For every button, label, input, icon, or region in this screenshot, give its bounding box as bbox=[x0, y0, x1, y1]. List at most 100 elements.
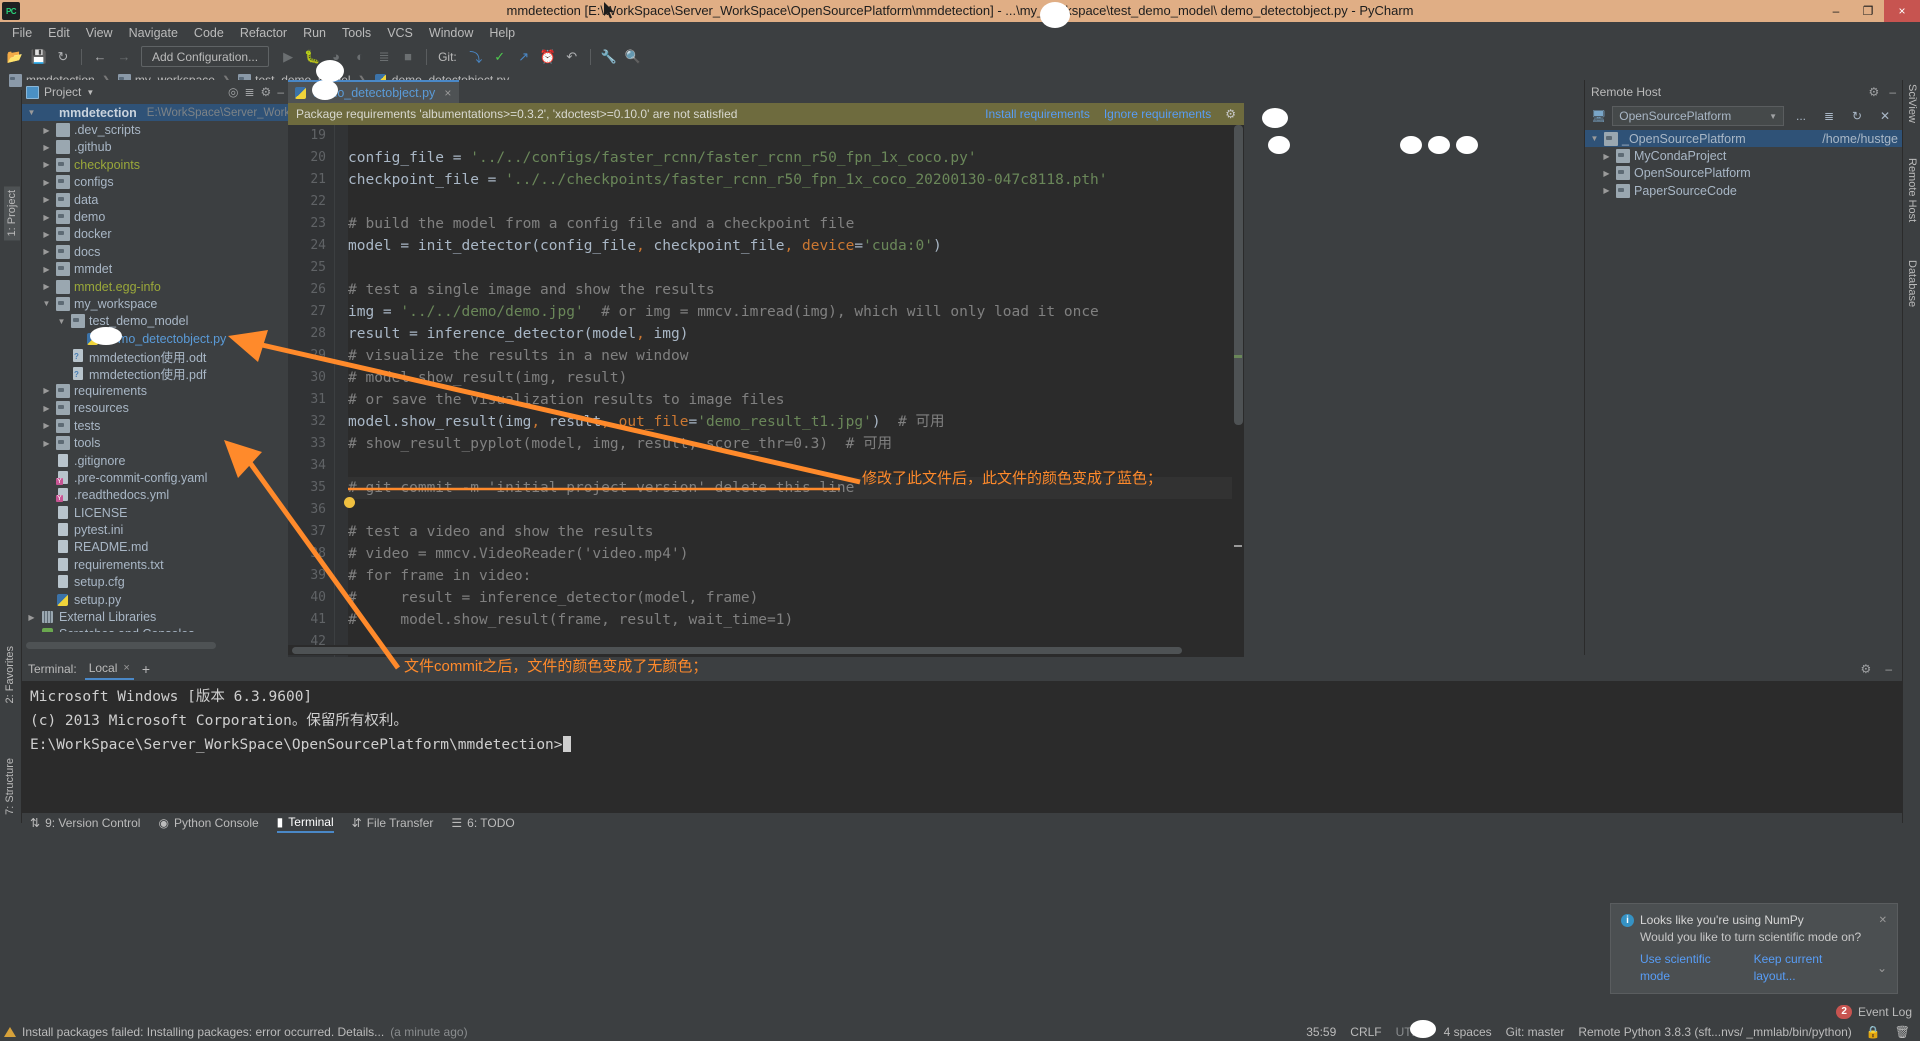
minimize-button[interactable]: – bbox=[1820, 0, 1852, 22]
close-button[interactable]: × bbox=[1884, 0, 1920, 22]
project-tree-row[interactable]: ▶ mmdet bbox=[22, 261, 288, 278]
code-line[interactable]: # model.show_result(img, result) bbox=[348, 367, 1244, 389]
code-line[interactable]: img = '../../demo/demo.jpg' # or img = m… bbox=[348, 301, 1244, 323]
commit-icon[interactable]: ✓ bbox=[489, 46, 511, 68]
gear-icon[interactable]: ⚙ bbox=[1861, 662, 1872, 676]
scrollbar-thumb[interactable] bbox=[1234, 125, 1243, 425]
maximize-button[interactable]: ❐ bbox=[1852, 0, 1884, 22]
code-line[interactable]: model.show_result(img, result, out_file=… bbox=[348, 411, 1244, 433]
code-line[interactable]: config_file = '../../configs/faster_rcnn… bbox=[348, 147, 1244, 169]
remote-host-tree[interactable]: ▼ _OpenSourcePlatform /home/hustge ▶ MyC… bbox=[1585, 128, 1902, 200]
rail-button-sciview[interactable]: SciView bbox=[1906, 84, 1918, 123]
expand-twisty[interactable]: ▶ bbox=[41, 421, 52, 430]
code-line[interactable]: # test a single image and show the resul… bbox=[348, 279, 1244, 301]
code-line[interactable]: # model.show_result(frame, result, wait_… bbox=[348, 609, 1244, 631]
tab-file-transfer[interactable]: ⇵ File Transfer bbox=[352, 816, 434, 830]
menu-vcs[interactable]: VCS bbox=[379, 23, 421, 43]
project-tree-row[interactable]: ▶ demo bbox=[22, 208, 288, 225]
status-message-group[interactable]: Install packages failed: Installing pack… bbox=[4, 1025, 468, 1039]
line-number-gutter[interactable]: 19 20 21 22 23 24 25 26 27 28 29 30 31 32 33 34 35 36 37 38… bbox=[288, 125, 334, 710]
indent-setting[interactable]: 4 spaces bbox=[1444, 1025, 1492, 1039]
chevron-down-icon[interactable]: ▼ bbox=[1769, 112, 1777, 121]
rollback-icon[interactable]: ↶ bbox=[561, 46, 583, 68]
code-line[interactable]: result = inference_detector(model, img) bbox=[348, 323, 1244, 345]
menu-window[interactable]: Window bbox=[421, 23, 481, 43]
close-icon[interactable]: × bbox=[123, 662, 129, 674]
remote-tree-item-opensourceplatform[interactable]: ▶ OpenSourcePlatform bbox=[1585, 165, 1902, 182]
expand-all-icon[interactable]: ≣ bbox=[1818, 106, 1840, 126]
code-line[interactable] bbox=[348, 191, 1244, 213]
code-line[interactable]: # for frame in video: bbox=[348, 565, 1244, 587]
project-tree-row[interactable]: ▶ tools bbox=[22, 434, 288, 451]
code-line[interactable]: # video = mmcv.VideoReader('video.mp4') bbox=[348, 543, 1244, 565]
expand-twisty[interactable]: ▼ bbox=[26, 108, 37, 117]
project-tree-row[interactable]: ▶ tests bbox=[22, 417, 288, 434]
push-icon[interactable]: ↗ bbox=[513, 46, 535, 68]
menu-navigate[interactable]: Navigate bbox=[121, 23, 186, 43]
run-configuration-selector[interactable]: Add Configuration... bbox=[141, 46, 270, 67]
menu-file[interactable]: File bbox=[4, 23, 40, 43]
search-icon[interactable]: 🔍 bbox=[622, 46, 644, 68]
project-tree-row[interactable]: ▶ External Libraries bbox=[22, 608, 288, 625]
collapse-all-icon[interactable]: ≣ bbox=[244, 85, 254, 99]
expand-twisty[interactable]: ▶ bbox=[41, 213, 52, 222]
gear-icon[interactable]: ⚙ bbox=[261, 85, 272, 99]
sync-icon[interactable]: ↻ bbox=[52, 46, 74, 68]
refresh-icon[interactable]: ↻ bbox=[1846, 106, 1868, 126]
rail-button-remote-host[interactable]: Remote Host bbox=[1906, 158, 1918, 222]
project-tree-row[interactable]: mmdetection使用.odt bbox=[22, 347, 288, 365]
terminal-output[interactable]: Microsoft Windows [版本 6.3.9600] (c) 2013… bbox=[22, 681, 1902, 813]
project-tree-row[interactable]: ▼ mmdetection E:\WorkSpace\Server_WorkSpac… bbox=[22, 104, 288, 122]
expand-twisty[interactable]: ▶ bbox=[41, 439, 52, 448]
project-tree-row[interactable]: requirements.txt bbox=[22, 556, 288, 573]
project-tree-row[interactable]: .readthedocs.yml bbox=[22, 487, 288, 504]
remote-tree-item-papersourcecode[interactable]: ▶ PaperSourceCode bbox=[1585, 182, 1902, 199]
code-line[interactable] bbox=[348, 257, 1244, 279]
editor-vertical-scrollbar[interactable] bbox=[1232, 125, 1244, 710]
project-tree-row[interactable]: Scratches and Consoles bbox=[22, 626, 288, 632]
history-icon[interactable]: ⏰ bbox=[537, 46, 559, 68]
stop-icon[interactable]: ■ bbox=[397, 46, 419, 68]
expand-twisty[interactable]: ▶ bbox=[41, 178, 52, 187]
rail-button-favorites[interactable]: 2: Favorites bbox=[4, 646, 16, 703]
project-tree-row[interactable]: LICENSE bbox=[22, 504, 288, 521]
expand-twisty[interactable]: ▶ bbox=[1601, 186, 1612, 195]
save-icon[interactable]: 💾 bbox=[28, 46, 50, 68]
remote-tree-item-mycondaproject[interactable]: ▶ MyCondaProject bbox=[1585, 147, 1902, 164]
tab-version-control[interactable]: ⇅ 9: Version Control bbox=[30, 816, 140, 830]
expand-twisty[interactable]: ▶ bbox=[41, 282, 52, 291]
code-text[interactable]: config_file = '../../configs/faster_rcnn… bbox=[348, 125, 1244, 653]
code-line[interactable]: model = init_detector(config_file, check… bbox=[348, 235, 1244, 257]
project-tree-row[interactable]: ▶ docs bbox=[22, 243, 288, 260]
project-tree-row[interactable]: ▶ resources bbox=[22, 400, 288, 417]
expand-twisty[interactable]: ▼ bbox=[1589, 134, 1600, 143]
editor-horizontal-scrollbar[interactable] bbox=[288, 645, 1244, 655]
project-panel-title-group[interactable]: Project ▼ bbox=[26, 85, 94, 99]
wrench-icon[interactable]: 🔧 bbox=[598, 46, 620, 68]
locate-icon[interactable]: ◎ bbox=[228, 85, 238, 99]
server-config-button[interactable]: ... bbox=[1790, 106, 1812, 126]
project-tree-row[interactable]: ▶ checkpoints bbox=[22, 156, 288, 173]
menu-run[interactable]: Run bbox=[295, 23, 334, 43]
project-tree-row[interactable]: ▶ docker bbox=[22, 226, 288, 243]
close-icon[interactable]: ✕ bbox=[1879, 912, 1887, 929]
code-line[interactable] bbox=[348, 125, 1244, 147]
expand-twisty[interactable]: ▶ bbox=[1601, 152, 1612, 161]
hide-icon[interactable]: – bbox=[1885, 662, 1892, 676]
expand-twisty[interactable]: ▶ bbox=[41, 195, 52, 204]
code-line[interactable]: # visualize the results in a new window bbox=[348, 345, 1244, 367]
project-tree-row[interactable]: .gitignore bbox=[22, 452, 288, 469]
lock-icon[interactable]: 🔒 bbox=[1866, 1025, 1881, 1039]
git-branch[interactable]: Git: master bbox=[1506, 1025, 1565, 1039]
expand-twisty[interactable]: ▶ bbox=[41, 265, 52, 274]
expand-twisty[interactable]: ▶ bbox=[41, 160, 52, 169]
project-tree-row[interactable]: ▶ requirements bbox=[22, 382, 288, 399]
rail-button-database[interactable]: Database bbox=[1906, 260, 1918, 307]
menu-help[interactable]: Help bbox=[481, 23, 523, 43]
project-tree-row[interactable]: README.md bbox=[22, 539, 288, 556]
python-interpreter[interactable]: Remote Python 3.8.3 (sft...nvs/ _mmlab/b… bbox=[1578, 1025, 1851, 1039]
menu-refactor[interactable]: Refactor bbox=[232, 23, 295, 43]
rail-button-structure[interactable]: 7: Structure bbox=[4, 758, 16, 815]
project-tree-row[interactable]: pytest.ini bbox=[22, 521, 288, 538]
rerun-icon[interactable]: ≣ bbox=[373, 46, 395, 68]
